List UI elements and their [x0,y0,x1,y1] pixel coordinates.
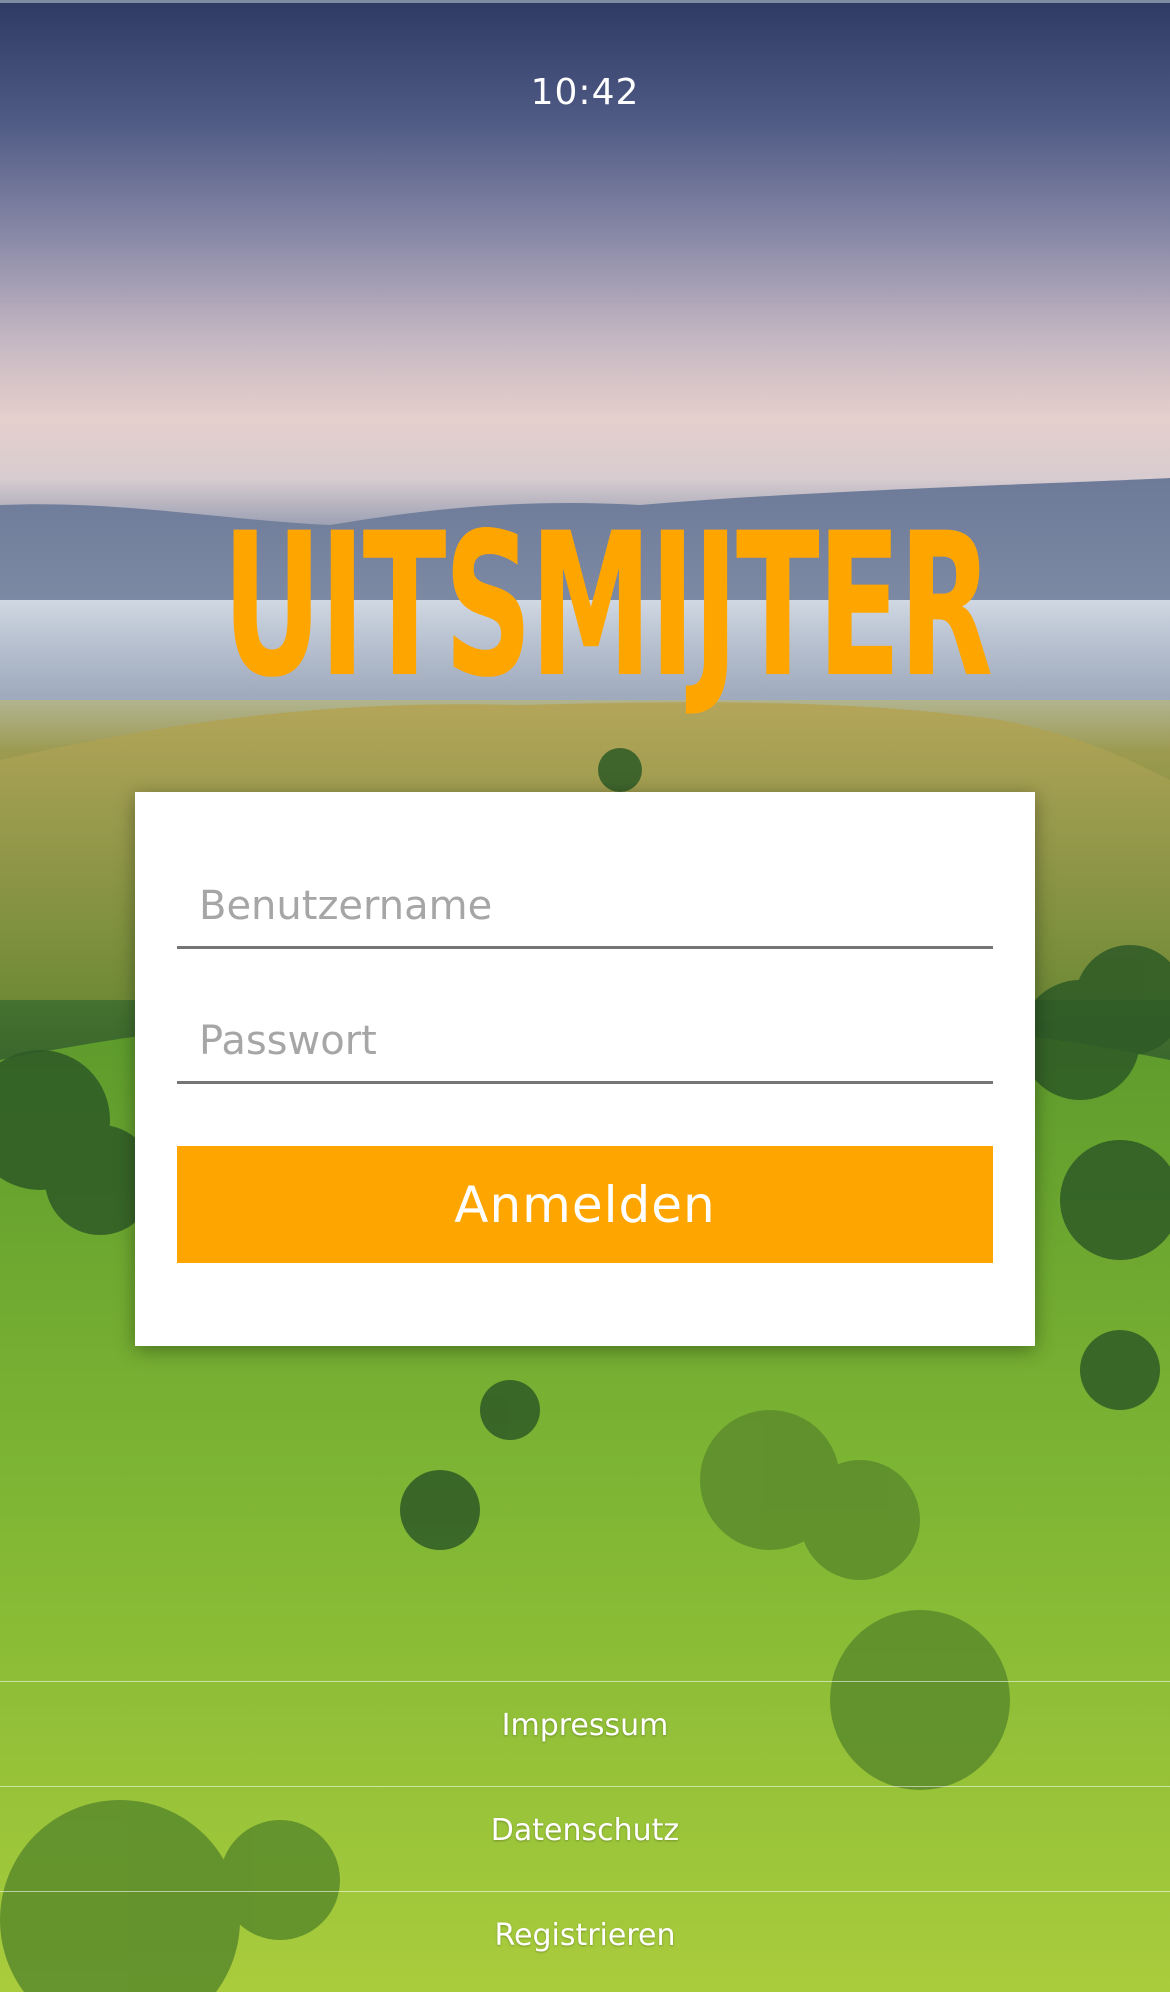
brand-logo: UITSMIJTER [222,490,993,721]
username-field [177,866,993,949]
username-input[interactable] [177,866,993,946]
login-button[interactable]: Anmelden [177,1146,993,1263]
login-screen: 10:42 UITSMIJTER Anmelden Impressum Date… [0,0,1170,1992]
password-field [177,1001,993,1084]
footer-link-registrieren[interactable]: Registrieren [0,1891,1170,1992]
footer-link-impressum[interactable]: Impressum [0,1681,1170,1786]
status-bar-time: 10:42 [530,72,640,113]
top-edge-line [0,0,1170,3]
footer-link-datenschutz[interactable]: Datenschutz [0,1786,1170,1891]
password-input[interactable] [177,1001,993,1081]
